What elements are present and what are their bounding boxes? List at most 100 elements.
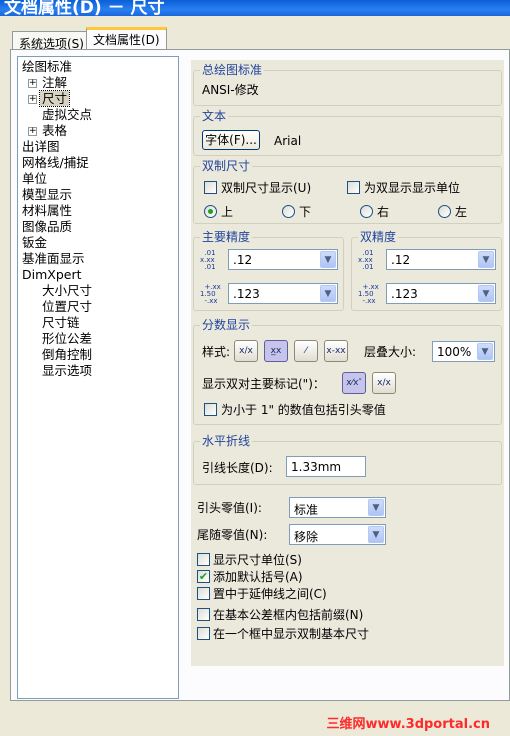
- window-title: 文档属性(D) － 尺寸: [4, 0, 165, 16]
- dual-dim-display-label: 双制尺寸显示(U): [221, 181, 312, 195]
- overall-standard-group: 总绘图标准 ANSI-修改: [193, 63, 502, 106]
- tree-item-sheet-metal[interactable]: 钣金: [22, 235, 47, 250]
- dual-precision-value: .12: [391, 253, 411, 267]
- leading-zeros-label: 引头零值(I):: [197, 501, 262, 515]
- overall-standard-value: ANSI-修改: [202, 83, 259, 97]
- tree-item-tables[interactable]: 表格: [42, 123, 67, 138]
- text-group: 文本 字体(F)... Arial: [193, 109, 502, 156]
- dual-mark-inline-icon[interactable]: x/x: [372, 372, 396, 394]
- leader-length-input[interactable]: 1.33mm: [286, 456, 366, 477]
- watermark: 三维网www.3dportal.cn: [326, 717, 490, 732]
- include-leading-zero-checkbox[interactable]: [204, 403, 217, 416]
- chevron-down-icon[interactable]: ▼: [478, 285, 494, 302]
- expand-icon[interactable]: +: [28, 127, 37, 136]
- show-dual-units-label: 为双显示显示单位: [364, 181, 461, 195]
- dual-basic-box-checkbox[interactable]: [197, 627, 210, 640]
- tree-item-chamfer-controls[interactable]: 倒角控制: [42, 347, 92, 362]
- primary-tolerance-precision-value: .123: [233, 287, 260, 301]
- trailing-zeros-value: 移除: [294, 530, 319, 544]
- tree-item-chain-dimension[interactable]: 尺寸链: [42, 315, 80, 330]
- fraction-style-diagonal-icon[interactable]: ⁄: [294, 340, 318, 362]
- dual-tolerance-precision-value: .123: [391, 287, 418, 301]
- expand-icon[interactable]: +: [28, 79, 37, 88]
- dual-tolerance-precision-icon: +.xx 1.50 -.xx: [358, 283, 379, 305]
- primary-tolerance-precision-select[interactable]: .123 ▼: [228, 283, 338, 304]
- dual-precision-select[interactable]: .12 ▼: [386, 249, 496, 270]
- font-name: Arial: [274, 134, 302, 148]
- show-dimension-units-label: 显示尺寸单位(S): [213, 553, 302, 567]
- dual-precision-group: 双精度 .01 x.xx .01 .12 ▼ +.xx 1.50 -.xx .123…: [351, 230, 502, 311]
- tree-item-detailing[interactable]: 出详图: [22, 139, 60, 154]
- fraction-style-stacked-icon[interactable]: x̲x: [264, 340, 288, 362]
- dual-dimensions-group: 双制尺寸 双制尺寸显示(U) 为双显示显示单位 上 下 右 左: [193, 159, 502, 224]
- font-button[interactable]: 字体(F)...: [202, 130, 260, 150]
- tree-item-virtual-sharps[interactable]: 虚拟交点: [42, 107, 92, 122]
- chevron-down-icon[interactable]: ▼: [320, 285, 336, 302]
- dual-basic-box-label: 在一个框中显示双制基本尺寸: [213, 627, 370, 641]
- tree-item-annotations[interactable]: 注解: [42, 75, 67, 90]
- tab-system-options[interactable]: 系统选项(S): [12, 31, 91, 51]
- tree-item-image-quality[interactable]: 图像品质: [22, 219, 72, 234]
- settings-panel: 总绘图标准 ANSI-修改 文本 字体(F)... Arial 双制尺寸 双制尺…: [191, 60, 504, 690]
- dual-precision-icon: .01 x.xx .01: [358, 249, 374, 271]
- tree-item-dimensions[interactable]: 尺寸: [38, 90, 71, 107]
- chevron-down-icon[interactable]: ▼: [368, 499, 384, 516]
- show-dual-units-checkbox[interactable]: [347, 181, 360, 194]
- leader-length-label: 引线长度(D):: [202, 461, 273, 475]
- tree-item-location-dimension[interactable]: 位置尺寸: [42, 299, 92, 314]
- tab-document-properties[interactable]: 文档属性(D): [86, 27, 167, 50]
- tree-item-display-options[interactable]: 显示选项: [42, 363, 92, 378]
- trailing-zeros-select[interactable]: 移除 ▼: [289, 524, 386, 545]
- horizontal-break-group: 水平折线 引线长度(D): 1.33mm: [193, 434, 502, 485]
- tree-item-geometric-tolerance[interactable]: 形位公差: [42, 331, 92, 346]
- dual-mark-stacked-icon[interactable]: x⁄x″: [342, 372, 366, 394]
- expand-icon[interactable]: +: [28, 95, 37, 104]
- primary-precision-select[interactable]: .12 ▼: [228, 249, 338, 270]
- tree-item-model-display[interactable]: 模型显示: [22, 187, 72, 202]
- tree-item-material-properties[interactable]: 材料属性: [22, 203, 72, 218]
- panel-footer: [191, 666, 504, 690]
- tree-item-plane-display[interactable]: 基准面显示: [22, 251, 85, 266]
- radio-right[interactable]: [360, 205, 373, 218]
- dual-dimensions-title: 双制尺寸: [200, 159, 253, 173]
- stack-size-value: 100%: [437, 345, 472, 359]
- chevron-down-icon[interactable]: ▼: [320, 251, 336, 268]
- tree-item-units[interactable]: 单位: [22, 171, 47, 186]
- fraction-style-label: 样式:: [202, 345, 231, 359]
- radio-bottom[interactable]: [282, 205, 295, 218]
- radio-left[interactable]: [438, 205, 451, 218]
- chevron-down-icon[interactable]: ▼: [478, 251, 494, 268]
- stack-size-select[interactable]: 100% ▼: [432, 341, 495, 362]
- dual-tolerance-precision-select[interactable]: .123 ▼: [386, 283, 496, 304]
- show-dimension-units-checkbox[interactable]: [197, 553, 210, 566]
- primary-precision-title: 主要精度: [200, 230, 253, 244]
- tolerance-precision-icon: +.xx 1.50 -.xx: [200, 283, 221, 305]
- radio-bottom-label: 下: [299, 205, 312, 219]
- text-group-title: 文本: [200, 109, 229, 123]
- primary-precision-value: .12: [233, 253, 253, 267]
- options-tree[interactable]: 绘图标准 + 注解 + 尺寸 虚拟交点 + 表格 出详图 网格线/捕捉 单位 模…: [17, 56, 179, 699]
- fraction-style-dash-icon[interactable]: x-xx: [324, 340, 348, 362]
- stack-size-label: 层叠大小:: [364, 345, 417, 359]
- include-prefix-checkbox[interactable]: [197, 608, 210, 621]
- radio-top[interactable]: [204, 205, 217, 218]
- include-prefix-label: 在基本公差框内包括前缀(N): [213, 608, 364, 622]
- fraction-display-group: 分数显示 样式: x/x x̲x ⁄ x-xx 层叠大小: 100% ▼ 显示双…: [193, 318, 502, 425]
- chevron-down-icon[interactable]: ▼: [368, 526, 384, 543]
- primary-precision-icon: .01 x.xx .01: [200, 249, 216, 271]
- add-default-parentheses-checkbox[interactable]: ✔: [197, 570, 210, 583]
- radio-top-label: 上: [221, 205, 234, 219]
- center-between-extension-lines-label: 置中于延伸线之间(C): [213, 587, 327, 601]
- horizontal-break-title: 水平折线: [200, 434, 253, 448]
- leading-zeros-select[interactable]: 标准 ▼: [289, 497, 386, 518]
- chevron-down-icon[interactable]: ▼: [477, 343, 493, 360]
- center-between-extension-lines-checkbox[interactable]: [197, 587, 210, 600]
- tree-item-drawing-standard[interactable]: 绘图标准: [22, 59, 72, 74]
- tree-item-dimxpert[interactable]: DimXpert: [22, 267, 82, 282]
- tree-item-grid-snap[interactable]: 网格线/捕捉: [22, 155, 89, 170]
- title-bar: 文档属性(D) － 尺寸: [0, 0, 510, 16]
- tree-item-size-dimension[interactable]: 大小尺寸: [42, 283, 92, 298]
- fraction-style-inline-icon[interactable]: x/x: [234, 340, 258, 362]
- dual-dim-display-checkbox[interactable]: [204, 181, 217, 194]
- leader-length-value: 1.33mm: [291, 460, 342, 474]
